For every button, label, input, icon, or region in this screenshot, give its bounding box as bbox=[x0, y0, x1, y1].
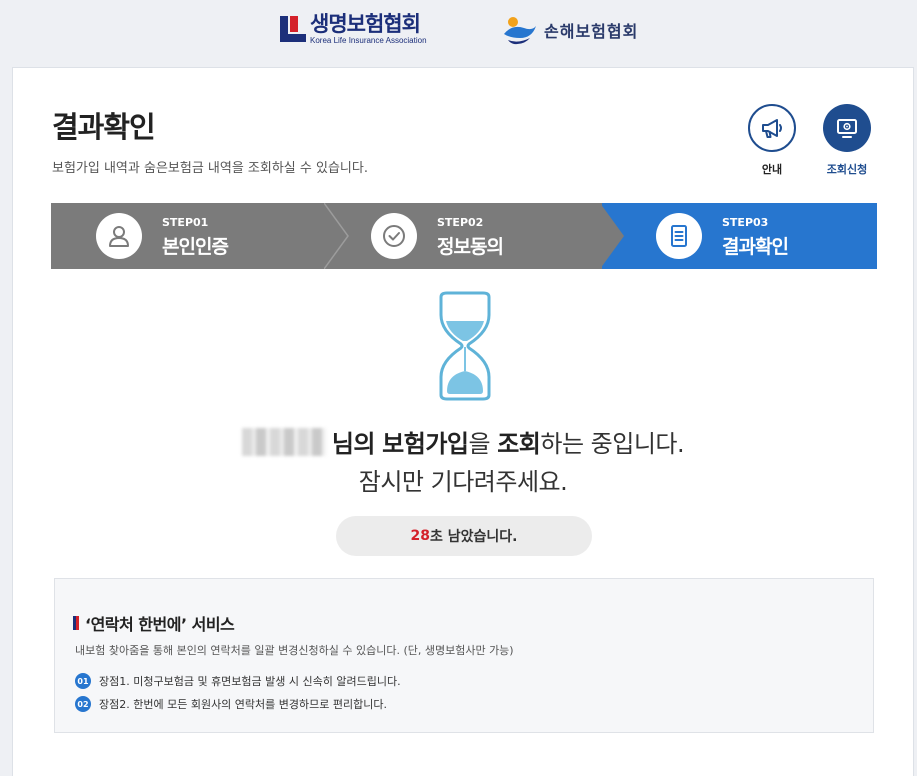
msg-particle: 을 bbox=[468, 430, 491, 458]
klia-logo-english: Korea Life Insurance Association bbox=[310, 36, 427, 45]
info-point: 01 장점1. 미청구보험금 및 휴면보험금 발생 시 신속히 알려드립니다. bbox=[75, 673, 401, 689]
klia-logo-mark-icon bbox=[280, 16, 306, 42]
knia-logo-mark-icon bbox=[504, 17, 536, 45]
user-name-blurred bbox=[241, 428, 326, 456]
step-2: STEP02 정보동의 bbox=[326, 203, 624, 269]
guide-button[interactable] bbox=[748, 104, 796, 152]
info-title: ‘연락처 한번에’ 서비스 bbox=[73, 611, 235, 635]
check-circle-icon bbox=[371, 213, 417, 259]
main-card: 결과확인 보험가입 내역과 숨은보험금 내역을 조회하실 수 있습니다. 안내 … bbox=[12, 67, 914, 776]
step-name: 본인인증 bbox=[162, 236, 229, 258]
person-icon bbox=[96, 213, 142, 259]
megaphone-icon bbox=[762, 119, 782, 138]
klia-logo[interactable]: 생명보험협회 Korea Life Insurance Association bbox=[280, 14, 427, 46]
klia-logo-text: 생명보험협회 bbox=[310, 13, 421, 36]
page-subtitle: 보험가입 내역과 숨은보험금 내역을 조회하실 수 있습니다. bbox=[52, 161, 368, 176]
info-description: 내보험 찾아줌을 통해 본인의 연락처를 일괄 변경신청하실 수 있습니다. (… bbox=[75, 644, 514, 657]
step-progress: STEP01 본인인증 STEP02 정보동의 STEP03 결과확인 bbox=[51, 203, 877, 269]
msg-name-suffix: 님의 bbox=[331, 430, 376, 458]
point-text: 장점1. 미청구보험금 및 휴면보험금 발생 시 신속히 알려드립니다. bbox=[99, 675, 401, 688]
knia-logo-text: 손해보험협회 bbox=[544, 24, 639, 41]
page-title: 결과확인 bbox=[52, 110, 156, 144]
step-1: STEP01 본인인증 bbox=[51, 203, 349, 269]
step-name: 결과확인 bbox=[722, 236, 789, 258]
status-message-line1: 님의 보험가입을 조회하는 중입니다. bbox=[13, 424, 913, 459]
countdown-timer: 28 초 남았습니다. bbox=[336, 516, 592, 556]
step-number: STEP01 bbox=[162, 216, 209, 229]
point-number-badge: 01 bbox=[75, 673, 91, 689]
msg-bold-insurance: 보험가입 bbox=[382, 430, 469, 458]
step-number: STEP02 bbox=[437, 216, 484, 229]
inquiry-request-button[interactable] bbox=[823, 104, 871, 152]
msg-tail: 하는 중입니다. bbox=[540, 430, 685, 458]
timer-seconds: 28 bbox=[410, 528, 430, 544]
msg-bold-inquiry: 조회 bbox=[497, 430, 541, 458]
info-title-text: ‘연락처 한번에’ 서비스 bbox=[85, 615, 235, 634]
step-name: 정보동의 bbox=[437, 236, 504, 258]
point-text: 장점2. 한번에 모든 회원사의 연락처를 변경하므로 편리합니다. bbox=[99, 698, 387, 711]
step-3: STEP03 결과확인 bbox=[602, 203, 877, 269]
step-arrow-icon bbox=[324, 203, 349, 269]
timer-suffix: 초 남았습니다. bbox=[430, 529, 518, 545]
document-icon bbox=[656, 213, 702, 259]
inquiry-request-label[interactable]: 조회신청 bbox=[812, 161, 882, 177]
status-message-line2: 잠시만 기다려주세요. bbox=[358, 468, 568, 496]
top-header: 생명보험협회 Korea Life Insurance Association … bbox=[0, 0, 917, 66]
guide-button-label[interactable]: 안내 bbox=[737, 161, 807, 177]
hourglass-icon bbox=[439, 291, 491, 401]
monitor-icon bbox=[837, 119, 857, 138]
step-arrow-icon bbox=[600, 203, 624, 269]
info-point: 02 장점2. 한번에 모든 회원사의 연락처를 변경하므로 편리합니다. bbox=[75, 696, 387, 712]
point-number-badge: 02 bbox=[75, 696, 91, 712]
contact-service-info-box: ‘연락처 한번에’ 서비스 내보험 찾아줌을 통해 본인의 연락처를 일괄 변경… bbox=[54, 578, 874, 733]
step-number: STEP03 bbox=[722, 216, 769, 229]
flag-marker-icon bbox=[73, 616, 79, 630]
knia-logo[interactable]: 손해보험협회 bbox=[502, 14, 638, 46]
